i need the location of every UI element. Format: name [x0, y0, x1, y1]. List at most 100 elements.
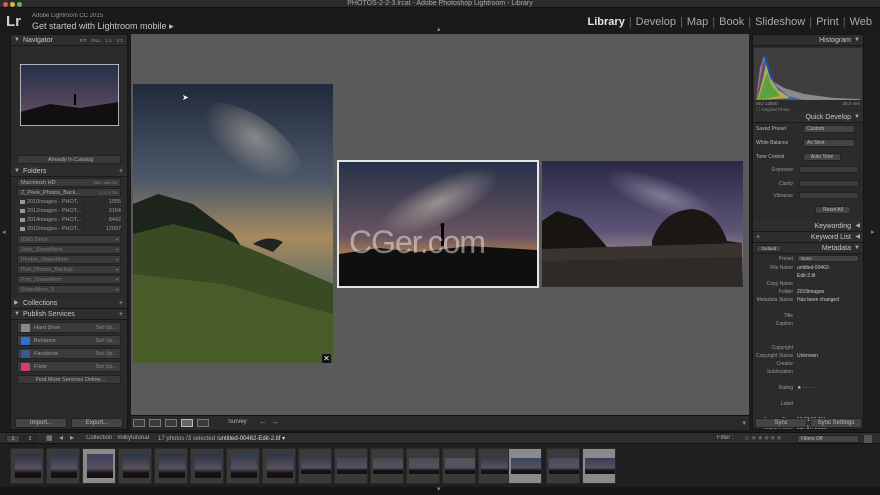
- add-folder-icon[interactable]: +: [119, 166, 123, 177]
- metadata-row[interactable]: [753, 408, 863, 416]
- filmstrip-thumbnail[interactable]: [582, 448, 616, 484]
- navigator-zoom-option[interactable]: 1:1: [105, 38, 111, 43]
- filmstrip-thumbnail[interactable]: [334, 448, 368, 484]
- module-web[interactable]: Web: [846, 16, 876, 28]
- navigator-zoom-options[interactable]: FIT FILL 1:1 1:1: [75, 35, 123, 46]
- next-arrow-icon[interactable]: →: [271, 417, 279, 426]
- module-print[interactable]: Print: [812, 16, 843, 28]
- loupe-view-icon[interactable]: [149, 419, 161, 427]
- navigator-preview[interactable]: [20, 64, 119, 126]
- service-setup-link[interactable]: Set Up...: [96, 362, 117, 372]
- filmstrip-thumbnail[interactable]: [508, 448, 542, 484]
- module-develop[interactable]: Develop: [632, 16, 680, 28]
- close-icon[interactable]: ✕: [322, 354, 331, 363]
- metadata-preset-select[interactable]: None: [797, 255, 859, 262]
- filmstrip-thumbnail[interactable]: [442, 448, 476, 484]
- filters-off-select[interactable]: Filters Off: [797, 435, 859, 443]
- metadata-row[interactable]: Metadata Status Has been changed: [753, 296, 863, 304]
- filmstrip-thumbnail[interactable]: [46, 448, 80, 484]
- white-balance-select[interactable]: As Shot: [803, 139, 855, 147]
- histogram-graph[interactable]: [754, 48, 862, 100]
- navigator-zoom-option[interactable]: 1:1: [117, 38, 123, 43]
- filter-lock-icon[interactable]: [864, 435, 872, 443]
- folder-item[interactable]: 2010images - PHOT... 1055: [11, 198, 127, 207]
- import-button[interactable]: Import...: [15, 418, 67, 428]
- compare-view-icon[interactable]: [165, 419, 177, 427]
- find-more-services-button[interactable]: Find More Services Online...: [17, 375, 121, 384]
- star-rating-filter[interactable]: ≥ ★★★★★: [745, 434, 782, 442]
- metadata-row[interactable]: Rating ★ · · · ·: [753, 384, 863, 392]
- metadata-row[interactable]: [753, 376, 863, 384]
- forward-arrow-icon[interactable]: ▸: [70, 433, 74, 442]
- auto-tone-button[interactable]: Auto Tone: [803, 153, 841, 161]
- survey-view-icon[interactable]: [181, 419, 193, 427]
- metadata-row[interactable]: Title: [753, 312, 863, 320]
- module-book[interactable]: Book: [715, 16, 748, 28]
- metadata-row[interactable]: Creator: [753, 360, 863, 368]
- folder-item[interactable]: 2014images - PHOT... 8442: [11, 216, 127, 225]
- page-2-button[interactable]: 2: [23, 435, 37, 443]
- grid-view-icon[interactable]: [133, 419, 145, 427]
- volume-item[interactable]: Jook_ShareMem ◂: [17, 245, 121, 254]
- bottom-panel-toggle-icon[interactable]: ▾: [437, 485, 441, 493]
- metadata-row[interactable]: Edit-2.tif: [753, 272, 863, 280]
- filmstrip-thumbnail[interactable]: [10, 448, 44, 484]
- service-setup-link[interactable]: Set Up...: [96, 336, 117, 346]
- selected-file-name[interactable]: untitled-00462-Edit-2.tif ▾: [218, 436, 285, 442]
- metadata-row[interactable]: [753, 304, 863, 312]
- filmstrip-thumbnail[interactable]: [82, 448, 116, 484]
- export-button[interactable]: Export...: [71, 418, 123, 428]
- navigator-header[interactable]: ▼ Navigator FIT FILL 1:1 1:1: [11, 35, 127, 46]
- filmstrip-thumbnail[interactable]: [546, 448, 580, 484]
- publish-service-facebook[interactable]: Facebook Set Up...: [17, 348, 121, 359]
- survey-photo-1[interactable]: [133, 84, 333, 363]
- filmstrip-thumbnail[interactable]: [298, 448, 332, 484]
- right-panel-toggle-icon[interactable]: ▸: [871, 228, 875, 236]
- add-service-icon[interactable]: +: [119, 309, 123, 320]
- survey-photo-2[interactable]: CGer.com: [337, 160, 539, 288]
- survey-photo-3[interactable]: [542, 161, 743, 287]
- metadata-row[interactable]: Copyright: [753, 344, 863, 352]
- volume-item[interactable]: Photos_ShareMem ◂: [17, 255, 121, 264]
- add-collection-icon[interactable]: +: [119, 298, 123, 309]
- service-setup-link[interactable]: Set Up...: [96, 323, 117, 333]
- publish-service-hard-drive[interactable]: Hard Drive Set Up...: [17, 322, 121, 333]
- metadata-row[interactable]: Folder 2015images: [753, 288, 863, 296]
- volume-backup[interactable]: Z_Peek_Photos_Back... 1.1 / 2 TB: [17, 188, 121, 197]
- module-slideshow[interactable]: Slideshow: [751, 16, 809, 28]
- toolbar-menu-icon[interactable]: ▾: [742, 419, 746, 427]
- page-1-button[interactable]: 1: [6, 435, 20, 443]
- volume-macintosh-hd[interactable]: Macintosh HD 263 / 465 GB: [17, 178, 121, 187]
- publish-service-behance[interactable]: Behance Set Up...: [17, 335, 121, 346]
- filmstrip-thumbnail[interactable]: [478, 448, 512, 484]
- publish-service-flickr[interactable]: Flickr Set Up...: [17, 361, 121, 372]
- vibrance-stepper[interactable]: [799, 192, 859, 199]
- reset-all-button[interactable]: Reset All: [815, 206, 851, 214]
- previous-arrow-icon[interactable]: ←: [259, 417, 267, 426]
- sync-button[interactable]: Sync: [755, 418, 807, 428]
- volume-item[interactable]: ShareMem_9 ◂: [17, 285, 121, 294]
- metadata-row[interactable]: [753, 392, 863, 400]
- keyword-list-header[interactable]: + Keyword List ◀: [753, 232, 863, 243]
- people-view-icon[interactable]: [197, 419, 209, 427]
- sync-settings-button[interactable]: Sync Settings: [810, 418, 862, 428]
- mobile-prompt[interactable]: Get started with Lightroom mobile ▸: [32, 21, 174, 32]
- metadata-row[interactable]: Copy Name: [753, 280, 863, 288]
- metadata-row[interactable]: File Name untitled-00462-: [753, 264, 863, 272]
- metadata-header[interactable]: Default Metadata ▼: [753, 243, 863, 254]
- metadata-row[interactable]: Label: [753, 400, 863, 408]
- quick-develop-header[interactable]: Quick Develop ▼: [753, 112, 863, 123]
- filmstrip-thumbnail[interactable]: [226, 448, 260, 484]
- clarity-stepper[interactable]: [799, 180, 859, 187]
- volume-item[interactable]: Port_Photos_Backup ◂: [17, 265, 121, 274]
- folder-item[interactable]: 2015images - PHOT... 12997: [11, 225, 127, 234]
- filmstrip-thumbnail[interactable]: [118, 448, 152, 484]
- navigator-zoom-option[interactable]: FILL: [91, 38, 100, 43]
- volume-item[interactable]: Port_ShareMem ◂: [17, 275, 121, 284]
- filmstrip-thumbnail[interactable]: [262, 448, 296, 484]
- metadata-row[interactable]: Copyright Status Unknown: [753, 352, 863, 360]
- add-keyword-icon[interactable]: +: [756, 232, 760, 243]
- left-panel-toggle-icon[interactable]: ◂: [2, 228, 6, 236]
- catalog-already-in-catalog[interactable]: Already In Catalog: [17, 155, 121, 164]
- filmstrip-thumbnail[interactable]: [190, 448, 224, 484]
